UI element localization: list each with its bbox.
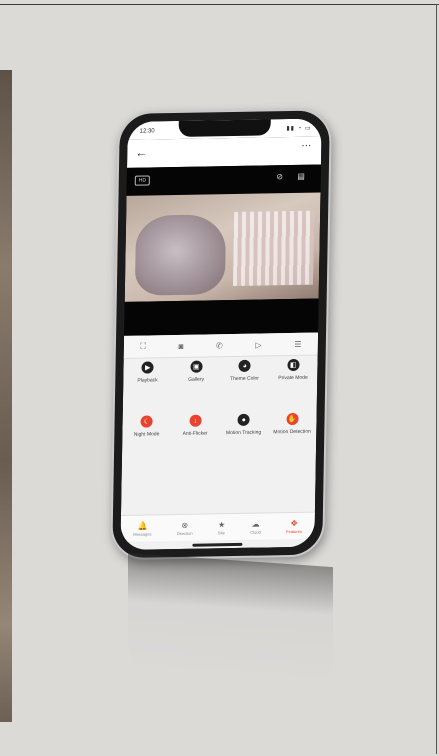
bottom-tab-bar: 🔔 Messages ⊗ Direction ★ Site ☁ Cloud ✥ Features [120,511,315,543]
feature-label: Theme Color [230,375,260,383]
playback-icon: ▶ [141,361,154,374]
tab-label: Direction [176,530,193,536]
motion-tracking-icon: ● [237,413,250,426]
features-icon: ✥ [290,518,298,528]
home-indicator [192,542,243,547]
back-arrow-icon[interactable]: ← [135,145,147,159]
anti-flicker-icon: ↓ [189,414,202,427]
feature-label: Gallery [188,376,205,383]
video-toolbar: ⛶ ◙ ✆ ▷ ☰ [123,332,319,359]
status-time: 12:30 [139,128,155,135]
feature-playback[interactable]: ▶ Playback [123,361,172,410]
status-icons: ▮▮ ◔ ▭ [286,125,312,133]
camera-header: HD ⊘ ▤ [126,164,321,196]
feature-label: Anti-Flicker [182,430,208,437]
feature-theme-color[interactable]: ◕ Theme Color [220,359,269,408]
camera-header-icons[interactable]: ⊘ ▤ [276,172,311,182]
record-icon[interactable]: ▷ [255,340,261,349]
cloud-icon: ☁ [251,519,260,529]
snapshot-icon[interactable]: ◙ [178,341,183,350]
feature-label: Playback [137,377,158,384]
tab-label: Site [217,529,225,535]
private-mode-icon: ◧ [287,358,300,372]
live-video-feed[interactable] [124,192,321,302]
feature-motion-tracking[interactable]: ● Motion Tracking [219,413,268,462]
gallery-icon: ▣ [190,360,203,373]
tab-cloud[interactable]: ☁ Cloud [250,519,261,534]
frame-top-border [0,4,439,5]
background-photo-strip [0,70,12,722]
crib-image [232,210,315,287]
messages-icon: 🔔 [137,521,148,531]
theme-color-icon: ◕ [238,359,251,372]
night-mode-icon: ☾ [140,415,153,428]
features-grid: ▶ Playback ▣ Gallery ◕ Theme Color ◧ Private Mo… [122,358,318,464]
feature-anti-flicker[interactable]: ↓ Anti-Flicker [170,414,219,463]
control-panel: ⛶ ◙ ✆ ▷ ☰ ▶ Playback ▣ Gallery ◕ Theme Color ◧ Priv… [120,332,319,551]
frame-right-border [436,4,437,754]
more-options-icon[interactable]: ⋯ [301,141,311,152]
feature-label: Night Mode [133,431,160,438]
feature-label: Private Mode [278,374,308,382]
smartphone: 12:30 ▮▮ ◔ ▭ ← ⋯ HD ⊘ ▤ ⛶ ◙ ✆ ▷ ☰ ▶ Playback ▣… [110,108,332,561]
video-bottom-bar [124,298,319,336]
app-bar: ← ⋯ [127,136,322,168]
tab-site[interactable]: ★ Site [218,520,225,535]
feature-motion-detection[interactable]: ✋ Motion Detection [267,412,316,462]
feature-night-mode[interactable]: ☾ Night Mode [122,415,171,464]
plush-elephant-image [134,214,227,296]
tab-messages[interactable]: 🔔 Messages [133,521,151,536]
direction-icon: ⊗ [181,520,189,530]
feature-private-mode[interactable]: ◧ Private Mode [268,358,317,408]
call-icon[interactable]: ✆ [216,341,223,350]
hd-quality-button[interactable]: HD [134,175,151,186]
feature-gallery[interactable]: ▣ Gallery [171,360,220,409]
motion-detection-icon: ✋ [286,412,299,426]
tab-label: Messages [133,530,152,537]
fullscreen-icon[interactable]: ⛶ [140,342,146,352]
phone-notch [178,119,271,137]
tab-features[interactable]: ✥ Features [286,518,302,533]
site-icon: ★ [217,519,226,529]
feature-label: Motion Detection [273,428,311,436]
menu-icon[interactable]: ☰ [294,339,301,348]
phone-screen: 12:30 ▮▮ ◔ ▭ ← ⋯ HD ⊘ ▤ ⛶ ◙ ✆ ▷ ☰ ▶ Playback ▣… [120,118,322,551]
tab-label: Cloud [250,529,261,535]
feature-label: Motion Tracking [225,429,262,437]
phone-reflection [128,552,333,688]
tab-label: Features [286,528,302,534]
tab-direction[interactable]: ⊗ Direction [177,520,193,535]
